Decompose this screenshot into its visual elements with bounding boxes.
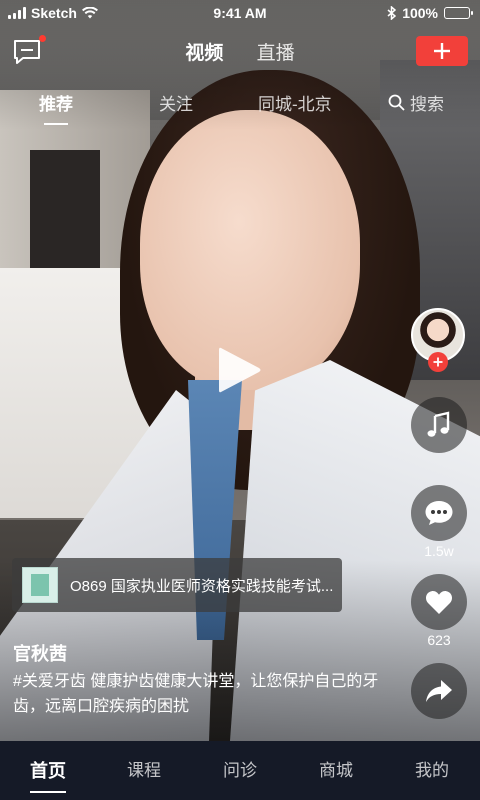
share-icon <box>426 680 452 702</box>
search-icon <box>388 94 405 111</box>
like-button[interactable] <box>411 574 467 630</box>
play-icon <box>219 347 261 393</box>
play-button[interactable] <box>215 345 265 395</box>
nav-shop[interactable]: 商城 <box>288 741 384 800</box>
plus-icon <box>434 43 450 59</box>
tab-video[interactable]: 视频 <box>185 38 223 65</box>
music-note-icon <box>427 411 450 437</box>
nav-consultation[interactable]: 问诊 <box>192 741 288 800</box>
subtab-recommended[interactable]: 推荐 <box>39 90 73 125</box>
share-button[interactable] <box>411 663 467 719</box>
nav-courses[interactable]: 课程 <box>96 741 192 800</box>
video-caption: #关爱牙齿 健康护齿健康大讲堂，让您保护自己的牙齿，远离口腔疾病的困扰 <box>13 673 379 715</box>
battery-icon <box>444 7 473 19</box>
subtab-following[interactable]: 关注 <box>159 90 193 115</box>
nav-profile[interactable]: 我的 <box>384 741 480 800</box>
main-tabs: 视频 直播 <box>0 38 480 65</box>
follow-button[interactable] <box>428 352 448 372</box>
like-count: 623 <box>427 632 451 648</box>
music-button[interactable] <box>411 397 467 453</box>
course-card[interactable]: O869 国家执业医师资格实践技能考试... <box>12 558 342 612</box>
app-screen: Sketch 9:41 AM 100% 视频 直播 推荐 关注 同城-北京 搜索… <box>0 0 480 800</box>
search-button[interactable]: 搜索 <box>388 90 444 115</box>
author-name[interactable]: 官秋茜 <box>13 640 67 666</box>
course-title: O869 国家执业医师资格实践技能考试... <box>70 577 334 595</box>
tab-live[interactable]: 直播 <box>257 38 295 65</box>
top-bar: 视频 直播 <box>0 34 480 70</box>
video-doorway <box>30 150 100 270</box>
comment-count: 1.5w <box>424 543 454 559</box>
heart-icon <box>425 591 453 614</box>
search-label: 搜索 <box>410 95 444 114</box>
plus-small-icon <box>433 357 443 367</box>
action-rail: 1.5w 623 <box>411 308 467 719</box>
status-bar: Sketch 9:41 AM 100% <box>0 0 480 26</box>
bottom-nav: 首页 课程 问诊 商城 我的 <box>0 741 480 800</box>
course-thumbnail <box>22 567 58 603</box>
add-post-button[interactable] <box>416 36 468 66</box>
battery-percent: 100% <box>402 5 438 21</box>
bluetooth-icon <box>387 6 397 20</box>
nav-home[interactable]: 首页 <box>0 741 96 800</box>
comment-icon <box>425 501 453 525</box>
subtab-local[interactable]: 同城-北京 <box>258 90 332 115</box>
comment-button[interactable] <box>411 485 467 541</box>
sub-tabs: 推荐 关注 同城-北京 搜索 <box>0 90 480 126</box>
